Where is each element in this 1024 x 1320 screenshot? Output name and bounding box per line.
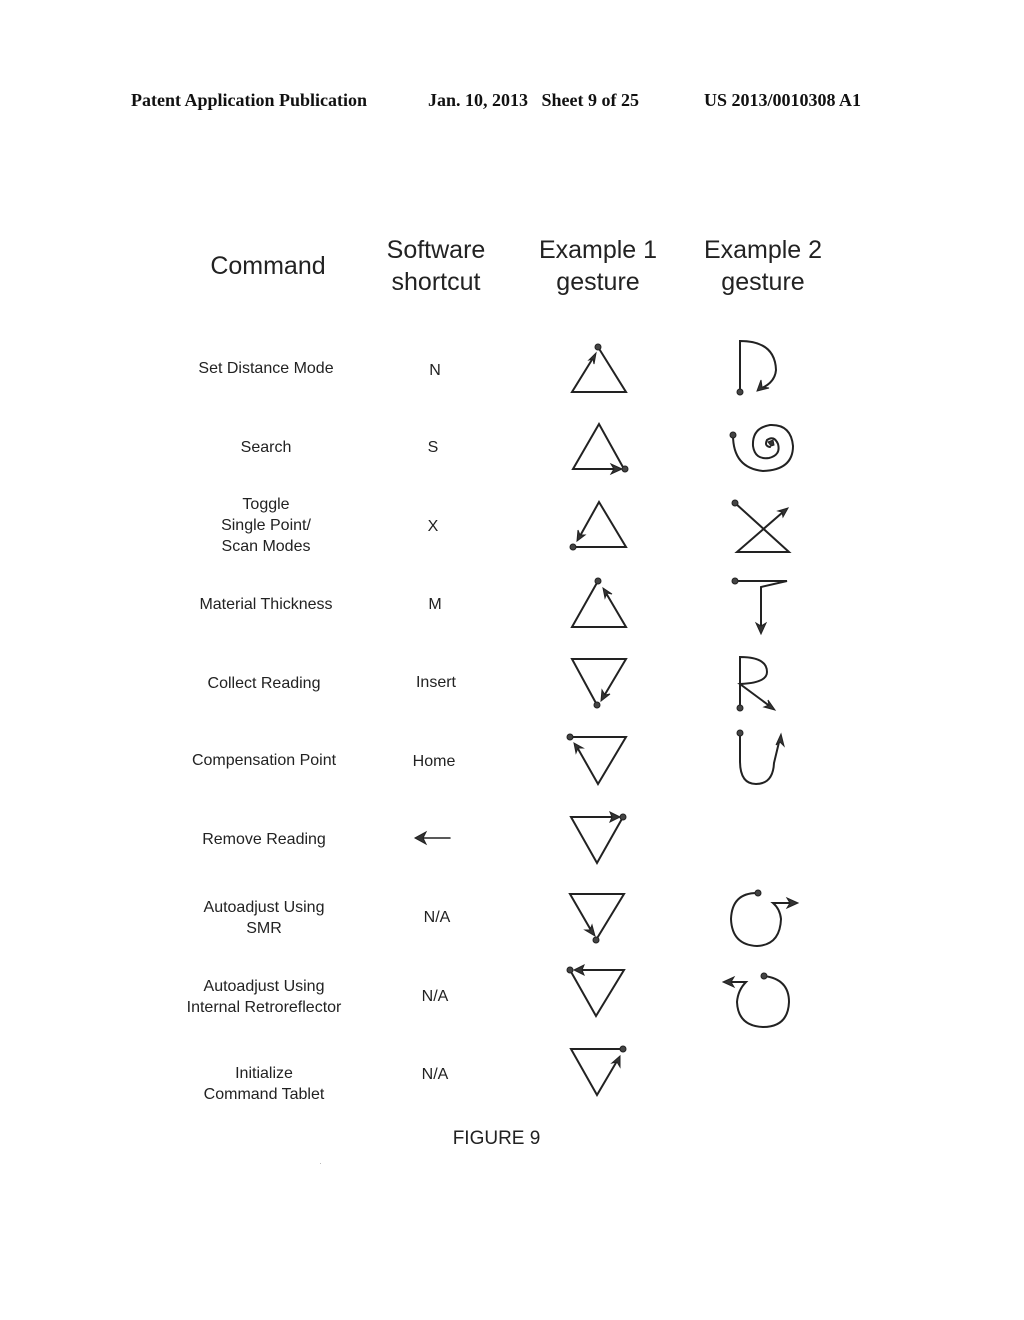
column-header-command: Command [210, 252, 326, 280]
gesture-d-shape-icon [736, 339, 778, 396]
gesture-upright-triangle-icon [569, 500, 628, 551]
figure-caption: FIGURE 9 [452, 1128, 541, 1149]
date-sheet-label: Jan. 10, 2013 Sheet 9 of 25 [428, 90, 639, 110]
shortcut-cell: S [427, 439, 439, 456]
scan-speck [320, 1163, 321, 1164]
shortcut-cell: N [429, 362, 441, 379]
shortcut-cell: X [427, 518, 439, 535]
shortcut-cell: N/A [423, 909, 451, 926]
command-cell: Autoadjust Using SMR [203, 899, 325, 937]
gesture-inverted-triangle-icon [570, 658, 628, 709]
gesture-upright-triangle-icon [570, 577, 628, 628]
gesture-inverted-triangle-icon [568, 893, 626, 944]
left-arrow-icon [413, 830, 451, 846]
command-cell: Remove Reading [202, 831, 326, 848]
gesture-inverted-triangle-icon [566, 963, 626, 1018]
shortcut-cell: M [428, 596, 442, 613]
gesture-inverted-triangle-icon [569, 1045, 627, 1098]
shortcut-cell: Home [412, 753, 456, 770]
gesture-t-shape-icon [731, 577, 788, 636]
gesture-circle-counterclockwise-icon [721, 972, 791, 1029]
command-cell: Initialize Command Tablet [203, 1065, 325, 1103]
gesture-u-shape-icon [736, 729, 785, 786]
gesture-circle-clockwise-icon [729, 889, 800, 948]
publication-label: Patent Application Publication [131, 90, 368, 110]
command-cell: Autoadjust Using Internal Retroreflector [186, 978, 342, 1016]
gesture-inverted-triangle-icon [569, 810, 627, 866]
column-header-example2: Example 2 gesture [703, 236, 823, 296]
command-cell: Collect Reading [207, 675, 321, 692]
shortcut-cell: N/A [421, 1066, 449, 1083]
gesture-upright-triangle-icon [571, 421, 629, 476]
command-cell: Search [240, 439, 292, 456]
patent-number: US 2013/0010308 A1 [704, 90, 862, 110]
column-header-example1: Example 1 gesture [538, 236, 658, 296]
command-cell: Compensation Point [191, 752, 337, 769]
gesture-inverted-triangle-icon [566, 733, 628, 786]
gesture-r-shape-icon [736, 655, 777, 712]
command-cell: Set Distance Mode [198, 360, 334, 377]
command-cell: Toggle Single Point/ Scan Modes [221, 496, 311, 555]
command-cell: Material Thickness [199, 596, 333, 613]
shortcut-cell: Insert [415, 674, 456, 691]
gesture-spiral-icon [729, 423, 795, 473]
gesture-upright-triangle-icon [570, 343, 628, 393]
gesture-x-shape-icon [731, 499, 792, 553]
column-header-shortcut: Software shortcut [386, 236, 486, 296]
shortcut-cell: N/A [421, 988, 449, 1005]
